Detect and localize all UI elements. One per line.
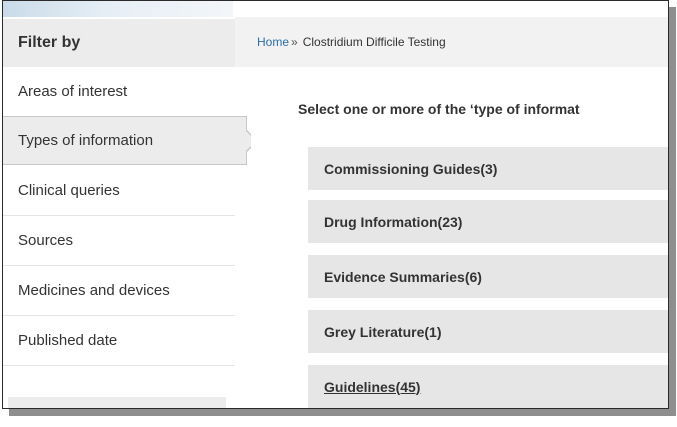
sidebar-item-sources[interactable]: Sources (3, 216, 235, 266)
type-item-evidence-summaries[interactable]: Evidence Summaries(6) (308, 255, 668, 298)
type-item-label: Evidence Summaries(6) (324, 268, 482, 285)
sidebar-item-label: Areas of interest (18, 83, 128, 100)
type-item-drug-information[interactable]: Drug Information(23) (308, 200, 668, 243)
sidebar-item-medicines-and-devices[interactable]: Medicines and devices (3, 266, 235, 316)
filter-sidebar: Filter by Areas of interest Types of inf… (3, 17, 258, 408)
sidebar-item-types-of-information[interactable]: Types of information (3, 116, 258, 165)
banner-image (3, 1, 233, 17)
page-frame: Filter by Areas of interest Types of inf… (2, 0, 669, 409)
filter-by-heading: Filter by (3, 17, 235, 67)
type-item-grey-literature[interactable]: Grey Literature(1) (308, 310, 668, 353)
sidebar-next-section (8, 397, 226, 408)
breadcrumb-home-link[interactable]: Home (257, 35, 289, 49)
sidebar-item-label: Clinical queries (18, 182, 120, 199)
sidebar-item-label: Medicines and devices (18, 282, 170, 299)
type-item-label: Drug Information(23) (324, 213, 463, 230)
type-item-label: Commissioning Guides(3) (324, 160, 498, 177)
main-content: Home » Clostridium Difficile Testing Sel… (235, 17, 668, 408)
breadcrumb: Home » Clostridium Difficile Testing (235, 17, 668, 67)
sidebar-item-label: Sources (18, 232, 74, 249)
sidebar-item-label: Published date (18, 332, 118, 349)
sidebar-item-clinical-queries[interactable]: Clinical queries (3, 166, 235, 216)
sidebar-item-published-date[interactable]: Published date (3, 316, 235, 366)
type-item-commissioning-guides[interactable]: Commissioning Guides(3) (308, 147, 668, 190)
breadcrumb-separator: » (291, 35, 298, 49)
type-selection-panel: Select one or more of the ‘type of infor… (251, 69, 668, 408)
type-item-label: Grey Literature(1) (324, 323, 442, 340)
selection-prompt: Select one or more of the ‘type of infor… (298, 101, 580, 117)
sidebar-item-areas-of-interest[interactable]: Areas of interest (3, 67, 235, 117)
type-item-label: Guidelines(45) (324, 378, 421, 395)
breadcrumb-current: Clostridium Difficile Testing (302, 35, 446, 49)
sidebar-item-label: Types of information (18, 132, 154, 149)
type-item-guidelines[interactable]: Guidelines(45) (308, 365, 668, 408)
